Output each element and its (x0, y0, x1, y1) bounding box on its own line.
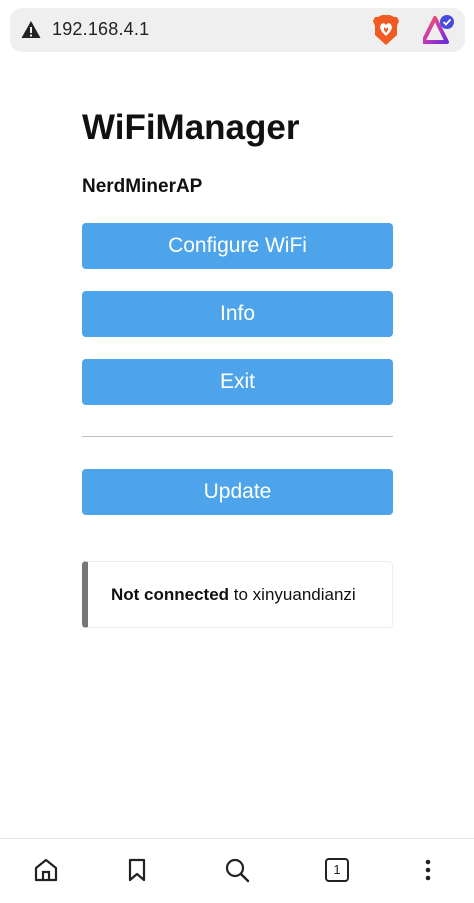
page-title: WiFiManager (82, 108, 300, 147)
browser-bottom-bar: 1 (0, 838, 474, 903)
bookmark-icon[interactable] (123, 856, 151, 884)
info-button[interactable]: Info (82, 291, 393, 337)
more-vertical-icon[interactable] (414, 856, 442, 884)
browser-top-bar: 192.168.4.1 (0, 0, 474, 60)
status-network: to xinyuandianzi (229, 585, 356, 604)
exit-button[interactable]: Exit (82, 359, 393, 405)
tab-count: 1 (333, 862, 341, 877)
connection-status-box: Not connected to xinyuandianzi (82, 561, 393, 628)
status-strong: Not connected (111, 585, 230, 604)
warning-triangle-icon[interactable] (21, 20, 41, 40)
rewards-triangle-icon[interactable] (423, 15, 455, 45)
access-point-name: NerdMinerAP (82, 176, 203, 197)
tabs-button[interactable]: 1 (323, 856, 351, 884)
update-button[interactable]: Update (82, 469, 393, 515)
brave-shield-icon[interactable] (373, 15, 399, 45)
search-icon[interactable] (223, 856, 251, 884)
configure-wifi-button[interactable]: Configure WiFi (82, 223, 393, 269)
connection-status-text: Not connected to xinyuandianzi (111, 585, 356, 605)
divider (82, 436, 393, 437)
home-icon[interactable] (32, 856, 60, 884)
url-text[interactable]: 192.168.4.1 (52, 19, 149, 40)
